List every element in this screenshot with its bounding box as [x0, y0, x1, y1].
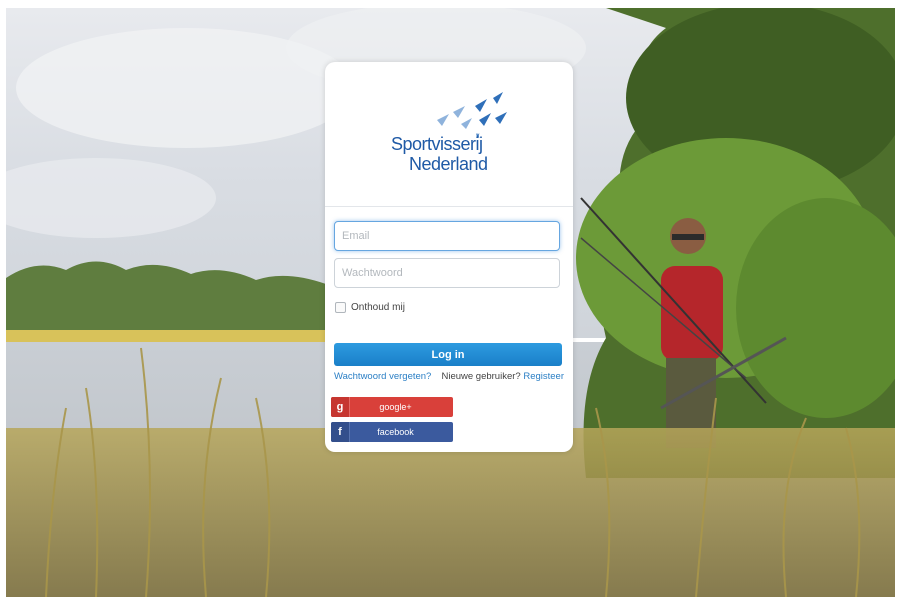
password-input[interactable]: [334, 258, 560, 288]
email-input[interactable]: [334, 221, 560, 251]
brand-name-line1: Sportvisserij: [391, 134, 483, 154]
brand-name-line2: Nederland: [409, 154, 488, 174]
divider: [325, 206, 573, 207]
login-card: ♜ Sportvisserij Nederland Onthoud mij Lo…: [325, 62, 573, 452]
new-user-prompt: Nieuwe gebruiker? Registeer: [441, 371, 564, 382]
logo: ♜ Sportvisserij Nederland: [325, 62, 573, 206]
register-link[interactable]: Registeer: [523, 371, 564, 382]
new-user-label: Nieuwe gebruiker?: [441, 371, 521, 382]
google-login-button[interactable]: g google+: [331, 397, 453, 417]
google-plus-icon: g: [331, 397, 350, 417]
forgot-password-link[interactable]: Wachtwoord vergeten?: [334, 371, 431, 382]
remember-me-label: Onthoud mij: [351, 302, 405, 313]
facebook-login-button[interactable]: f facebook: [331, 422, 453, 442]
google-login-label: google+: [379, 402, 412, 412]
login-button[interactable]: Log in: [334, 343, 562, 366]
remember-me[interactable]: Onthoud mij: [335, 302, 405, 313]
fish-scales-icon: ♜: [437, 92, 507, 140]
remember-me-checkbox[interactable]: [335, 302, 346, 313]
facebook-icon: f: [331, 422, 350, 442]
facebook-login-label: facebook: [377, 427, 414, 437]
